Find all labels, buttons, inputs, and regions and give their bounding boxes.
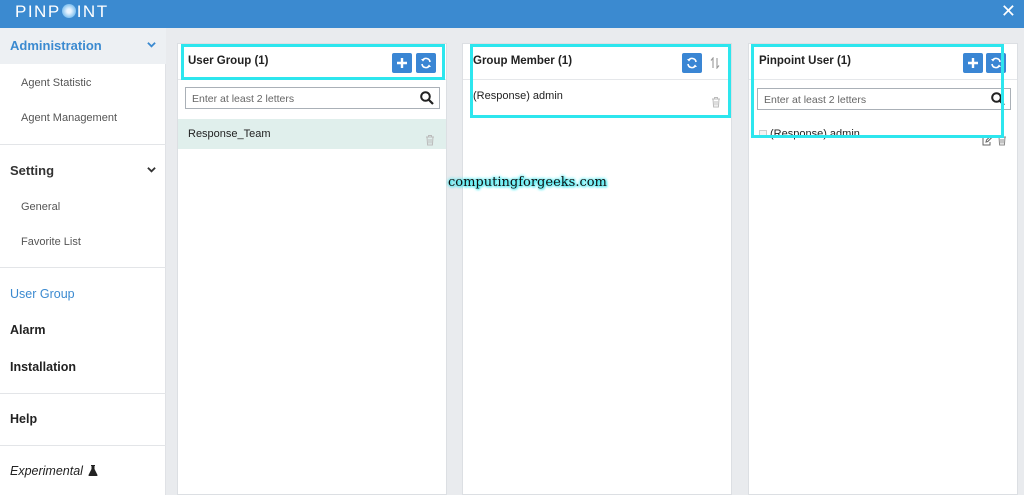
add-pinpoint-user-button[interactable] [963, 53, 983, 73]
sidebar-section-administration[interactable]: Administration [0, 28, 166, 64]
sidebar-item-general[interactable]: General [0, 189, 166, 225]
chevron-down-icon [147, 153, 156, 189]
trash-icon[interactable] [997, 128, 1007, 158]
sidebar: Administration Agent Statistic Agent Man… [0, 28, 166, 495]
user-checkbox[interactable] [759, 130, 767, 138]
search-icon[interactable] [991, 92, 1005, 106]
search-icon[interactable] [420, 91, 434, 105]
group-member-panel: Group Member (1) (Response) admin [462, 43, 732, 495]
refresh-pinpoint-user-button[interactable] [986, 53, 1006, 73]
logo-text-left: PINP [15, 2, 61, 21]
panel-title: User Group (1) [188, 55, 269, 67]
user-group-search[interactable] [185, 87, 440, 109]
top-bar: PINP INT ✕ [0, 0, 1024, 28]
panel-title: Group Member (1) [473, 55, 573, 67]
watermark: computingforgeeks.com [448, 175, 607, 190]
user-group-panel: User Group (1) Response_Team [177, 43, 447, 495]
close-icon[interactable]: ✕ [1001, 1, 1016, 22]
sidebar-section-label: Setting [10, 163, 55, 178]
sidebar-section-label: Administration [10, 38, 102, 53]
sidebar-divider [0, 393, 166, 394]
sidebar-item-alarm[interactable]: Alarm [0, 312, 166, 348]
trash-icon[interactable] [711, 90, 721, 120]
sidebar-item-help[interactable]: Help [0, 401, 166, 437]
plus-icon [968, 58, 978, 68]
refresh-icon [687, 57, 697, 69]
sort-icon[interactable] [710, 56, 720, 74]
pinpoint-user-name: (Response) admin [770, 128, 860, 140]
refresh-icon [991, 57, 1001, 69]
user-group-name: Response_Team [188, 128, 271, 140]
add-user-group-button[interactable] [392, 53, 412, 73]
pinpoint-logo: PINP INT [15, 2, 109, 22]
plus-icon [397, 58, 407, 68]
panel-header: Pinpoint User (1) [749, 44, 1017, 80]
list-item[interactable]: (Response) admin [749, 119, 1017, 149]
panel-title: Pinpoint User (1) [759, 55, 852, 67]
pinpoint-user-search[interactable] [757, 88, 1011, 110]
sidebar-section-setting[interactable]: Setting [0, 153, 166, 189]
refresh-group-member-button[interactable] [682, 53, 702, 73]
chevron-down-icon [147, 28, 156, 64]
sidebar-item-agent-statistic[interactable]: Agent Statistic [0, 65, 166, 101]
sidebar-item-label: Experimental [10, 464, 83, 478]
edit-icon[interactable] [982, 128, 994, 158]
refresh-user-group-button[interactable] [416, 53, 436, 73]
panel-header: Group Member (1) [463, 44, 731, 80]
panel-header: User Group (1) [178, 44, 446, 80]
sidebar-item-user-group[interactable]: User Group [0, 276, 166, 312]
refresh-icon [421, 57, 431, 69]
logo-text-right: INT [76, 2, 109, 21]
list-item[interactable]: Response_Team [178, 119, 446, 149]
sidebar-divider [0, 267, 166, 268]
sidebar-item-favorite-list[interactable]: Favorite List [0, 224, 166, 260]
flask-icon [86, 464, 99, 478]
sidebar-item-agent-management[interactable]: Agent Management [0, 100, 166, 136]
pinpoint-user-search-input[interactable] [764, 92, 964, 107]
list-item[interactable]: (Response) admin [463, 81, 731, 111]
logo-dot-icon [61, 4, 76, 18]
group-member-name: (Response) admin [473, 90, 563, 102]
trash-icon[interactable] [425, 128, 435, 158]
sidebar-item-experimental[interactable]: Experimental [0, 453, 166, 489]
sidebar-divider [0, 144, 166, 145]
sidebar-divider [0, 445, 166, 446]
user-group-search-input[interactable] [192, 91, 392, 106]
sidebar-item-installation[interactable]: Installation [0, 349, 166, 385]
pinpoint-user-panel: Pinpoint User (1) (Response) admin [748, 43, 1018, 495]
